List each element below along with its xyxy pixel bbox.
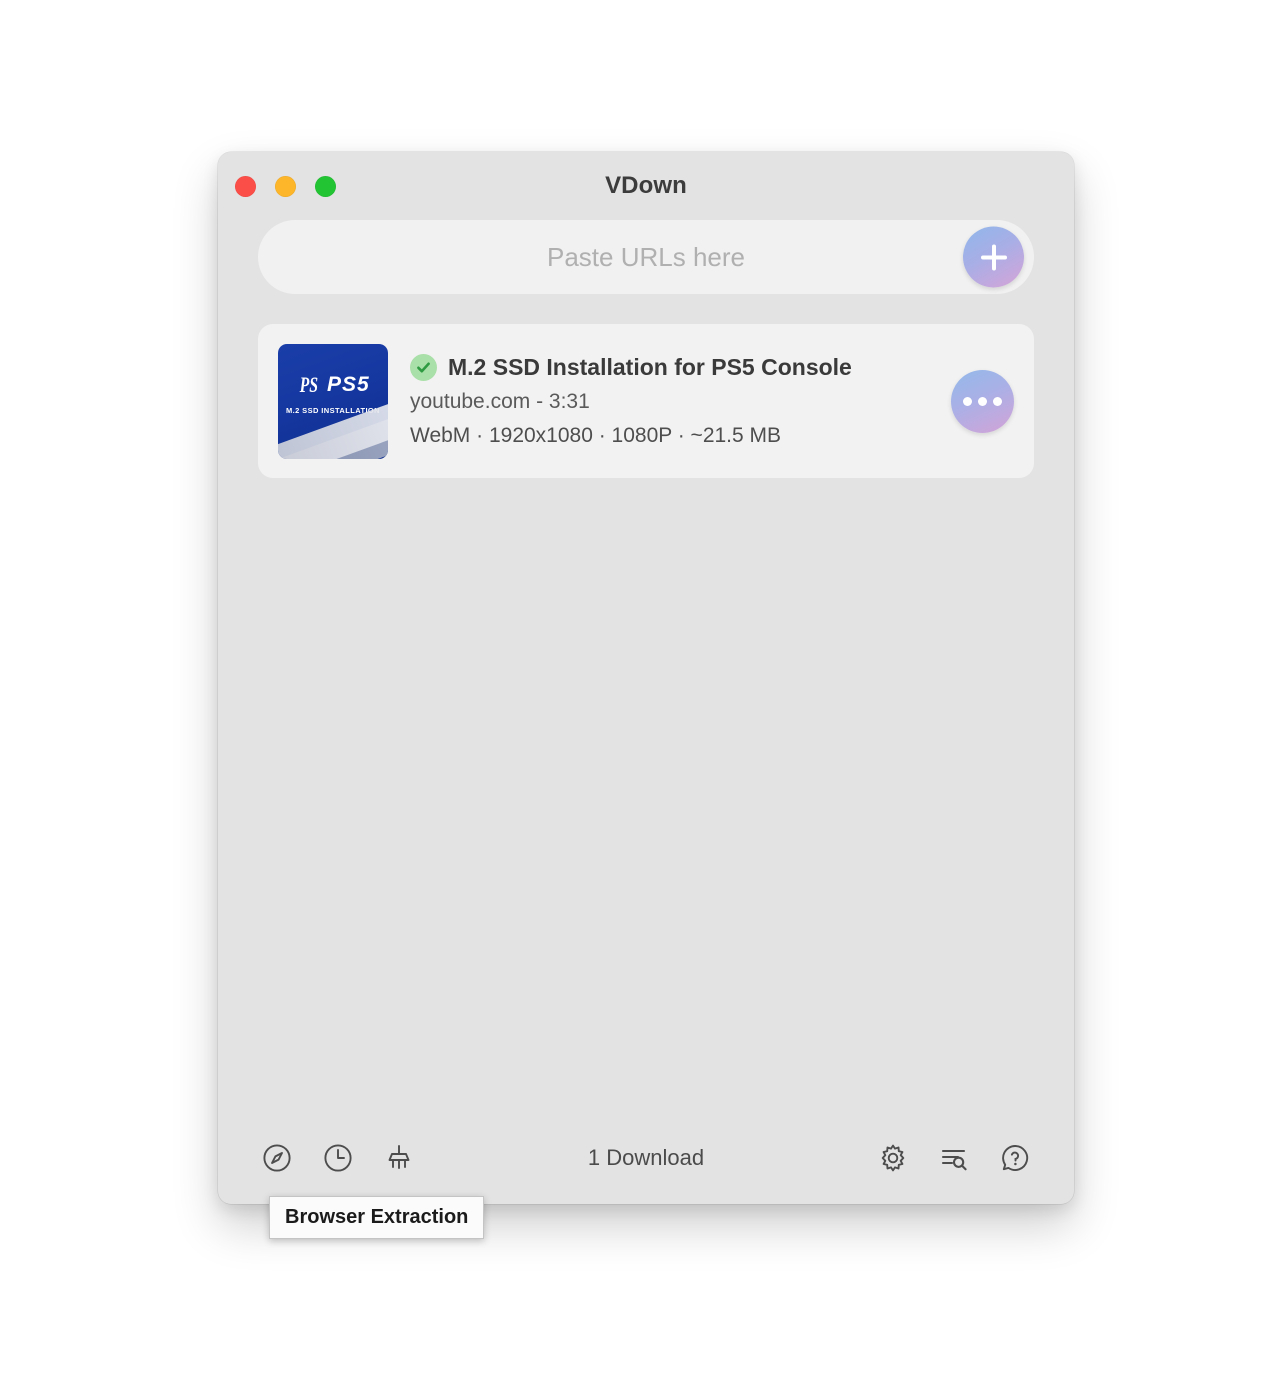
help-icon[interactable] [998, 1141, 1032, 1175]
compass-icon[interactable] [260, 1141, 294, 1175]
app-window: VDown PS PS5 M.2 SSD INSTALLATION [218, 152, 1074, 1204]
download-details: M.2 SSD Installation for PS5 Console you… [388, 354, 951, 448]
more-dot [993, 396, 1002, 406]
download-item[interactable]: PS PS5 M.2 SSD INSTALLATION M.2 SSD Inst… [258, 324, 1034, 478]
title-bar: VDown [218, 152, 1074, 220]
ps-logo: PS PS5 [278, 371, 388, 397]
clock-icon[interactable] [321, 1141, 355, 1175]
zoom-button[interactable] [315, 176, 336, 197]
minimize-button[interactable] [275, 176, 296, 197]
more-dot [978, 396, 987, 406]
url-input[interactable] [258, 220, 1034, 294]
traffic-lights [235, 176, 336, 197]
download-title-row: M.2 SSD Installation for PS5 Console [410, 354, 951, 381]
playstation-icon: PS [299, 371, 319, 397]
download-source: youtube.com - 3:31 [410, 390, 590, 413]
footer-left-tools [260, 1141, 416, 1175]
download-meta: WebM · 1920x1080 · 1080P · ~21.5 MB [410, 424, 782, 447]
downloads-list: PS PS5 M.2 SSD INSTALLATION M.2 SSD Inst… [218, 294, 1074, 1054]
footer-right-tools [876, 1141, 1032, 1175]
add-url-button[interactable] [963, 226, 1024, 288]
gear-icon[interactable] [876, 1141, 910, 1175]
window-title: VDown [605, 172, 687, 199]
url-bar [258, 220, 1034, 294]
thumbnail-brand: PS5 [326, 373, 370, 396]
close-button[interactable] [235, 176, 256, 197]
list-search-icon[interactable] [937, 1141, 971, 1175]
footer-toolbar: 1 Download [218, 1112, 1074, 1204]
video-thumbnail: PS PS5 M.2 SSD INSTALLATION [278, 343, 388, 459]
url-bar-section [218, 220, 1074, 294]
plus-icon [980, 244, 1007, 270]
check-circle-icon [410, 354, 437, 381]
screen: VDown PS PS5 M.2 SSD INSTALLATION [0, 0, 1280, 1400]
broom-icon[interactable] [382, 1141, 416, 1175]
download-title: M.2 SSD Installation for PS5 Console [448, 354, 852, 380]
more-dot [963, 396, 972, 406]
tooltip: Browser Extraction [269, 1196, 485, 1239]
download-more-button[interactable] [951, 369, 1014, 433]
